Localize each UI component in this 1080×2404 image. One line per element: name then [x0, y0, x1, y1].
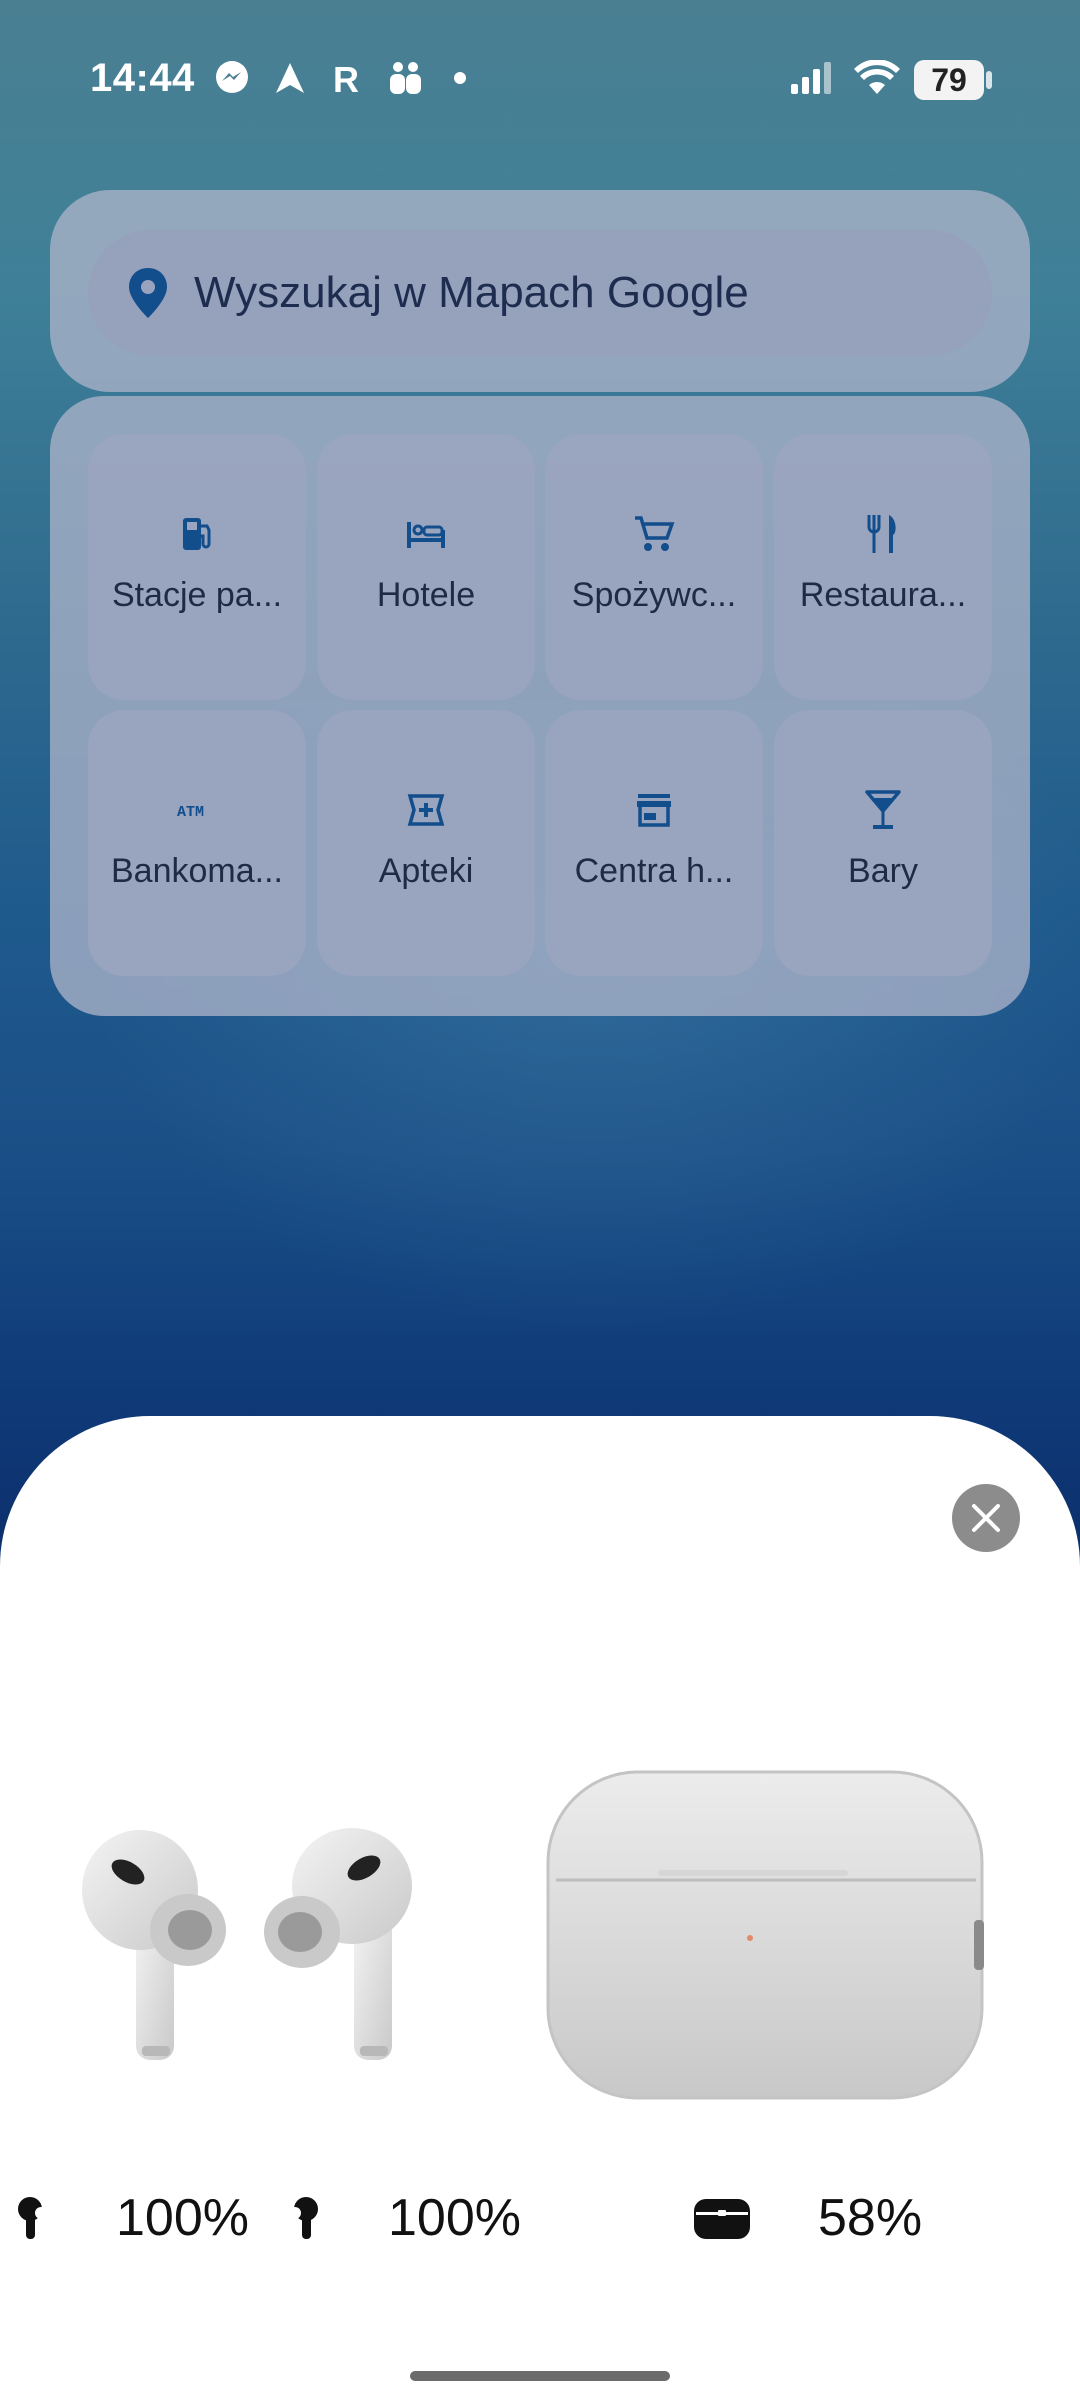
bed-icon	[402, 510, 450, 558]
pharmacy-icon	[402, 786, 450, 834]
category-label: Spożywc...	[571, 575, 737, 614]
case-percent: 58%	[818, 2189, 923, 2247]
category-shopping-centers[interactable]: Centra h...	[545, 710, 763, 976]
category-gas-stations[interactable]: Stacje pa...	[88, 434, 306, 700]
category-hotels[interactable]: Hotele	[317, 434, 535, 700]
store-icon	[630, 786, 678, 834]
right-bud-battery: 100%	[286, 2180, 521, 2256]
category-label: Centra h...	[574, 851, 734, 890]
category-bars[interactable]: Bary	[774, 710, 992, 976]
category-label: Bankoma...	[111, 851, 283, 890]
case-battery: 58%	[692, 2180, 922, 2256]
category-label: Apteki	[378, 851, 474, 890]
case-icon	[694, 2199, 750, 2239]
maps-categories-widget: Stacje pa... Hotele Spożywc... Restaura.…	[50, 396, 1030, 1016]
charging-case-image	[546, 1770, 984, 2100]
battery-icon: 79	[914, 60, 984, 100]
left-bud-percent: 100%	[116, 2189, 249, 2247]
close-button[interactable]	[952, 1484, 1020, 1552]
category-label: Stacje pa...	[111, 575, 283, 614]
category-groceries[interactable]: Spożywc...	[545, 434, 763, 700]
close-icon	[972, 1504, 1000, 1532]
maps-search-bar[interactable]: Wyszukaj w Mapach Google	[88, 230, 992, 356]
battery-tip	[986, 71, 992, 89]
gas-station-icon	[173, 510, 221, 558]
signal-icon	[788, 60, 836, 96]
wifi-icon	[852, 60, 902, 96]
r-app-icon: R	[330, 60, 364, 96]
dot-icon	[452, 60, 468, 96]
category-label: Bary	[848, 851, 918, 890]
category-label: Hotele	[376, 575, 476, 614]
fork-knife-icon	[859, 510, 907, 558]
navigation-arrow-icon	[270, 60, 310, 96]
svg-text:ATM: ATM	[177, 804, 204, 820]
category-label: Restaura...	[799, 575, 967, 614]
maps-search-widget: Wyszukaj w Mapach Google	[50, 190, 1030, 392]
shopping-cart-icon	[630, 510, 678, 558]
left-bud-battery: 100%	[14, 2180, 249, 2256]
search-placeholder: Wyszukaj w Mapach Google	[194, 268, 749, 317]
category-atms[interactable]: ATM Bankoma...	[88, 710, 306, 976]
cocktail-icon	[859, 786, 907, 834]
right-bud-percent: 100%	[388, 2189, 521, 2247]
status-bar: 14:44 R 79	[0, 0, 1080, 160]
location-pin-icon	[129, 268, 167, 318]
home-indicator[interactable]	[410, 2371, 670, 2381]
right-earbud-icon	[289, 2197, 318, 2239]
atm-icon: ATM	[173, 786, 221, 834]
status-time: 14:44	[90, 56, 195, 100]
family-link-icon	[384, 60, 426, 96]
category-pharmacies[interactable]: Apteki	[317, 710, 535, 976]
earbuds-image	[82, 1828, 412, 2060]
category-restaurants[interactable]: Restaura...	[774, 434, 992, 700]
messenger-icon	[212, 60, 252, 96]
svg-text:R: R	[333, 61, 359, 95]
left-earbud-icon	[18, 2197, 47, 2239]
